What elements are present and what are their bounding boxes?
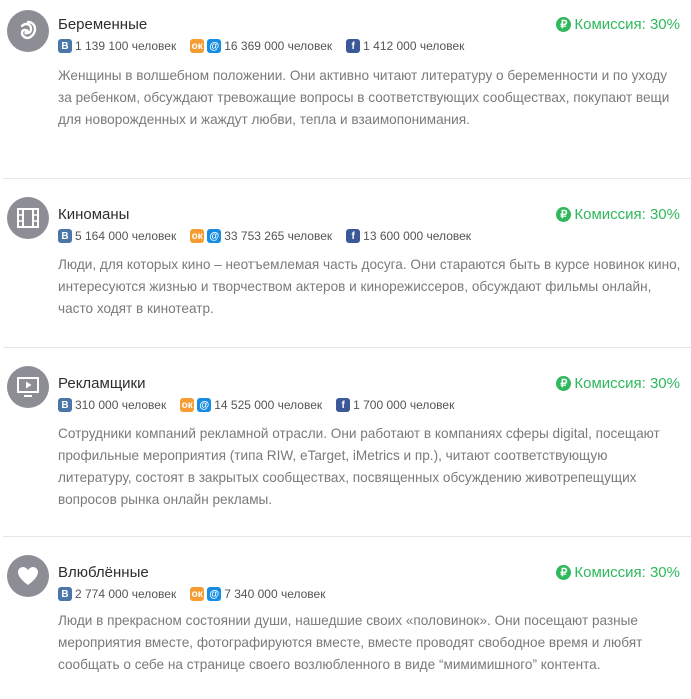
fb-count: 13 600 000 человек [363, 229, 472, 243]
commission-text: Комиссия: 30% [574, 16, 680, 33]
commission-badge: ₽ Комиссия: 30% [556, 16, 680, 33]
film-icon [7, 197, 49, 239]
moimir-icon: @ [207, 229, 222, 243]
fb-stat: f1 700 000 человек [336, 398, 454, 412]
vk-icon: B [58, 229, 72, 243]
fb-stat: f1 412 000 человек [346, 39, 464, 53]
facebook-icon: f [346, 39, 361, 53]
divider [3, 347, 691, 348]
commission-text: Комиссия: 30% [574, 375, 680, 392]
ok-mm-stat: ок @16 369 000 человек [190, 39, 332, 53]
moimir-icon: @ [207, 39, 222, 53]
vk-icon: B [58, 39, 72, 53]
vk-stat: B 310 000 человек [58, 398, 166, 412]
ruble-icon: ₽ [556, 565, 572, 580]
ok-mm-stat: ок @33 753 265 человек [190, 229, 332, 243]
commission-badge: ₽ Комиссия: 30% [556, 375, 680, 392]
monitor-play-icon [7, 366, 49, 408]
odnoklassniki-icon: ок [190, 229, 205, 243]
vk-stat: B1 139 100 человек [58, 39, 176, 53]
divider [3, 536, 691, 537]
ruble-icon: ₽ [556, 207, 572, 222]
moimir-icon: @ [197, 398, 212, 412]
item-title[interactable]: Беременные [58, 16, 147, 33]
odnoklassniki-icon: ок [190, 587, 205, 601]
ok-mm-count: 14 525 000 человек [214, 398, 323, 412]
vk-icon: B [58, 398, 72, 412]
vk-count: 5 164 000 человек [75, 229, 177, 243]
item-title[interactable]: Рекламщики [58, 375, 146, 392]
audience-stats: B2 774 000 человек ок @7 340 000 человек [58, 587, 339, 601]
item-title[interactable]: Влюблённые [58, 564, 149, 581]
ok-mm-stat: ок @7 340 000 человек [190, 587, 325, 601]
odnoklassniki-icon: ок [180, 398, 195, 412]
commission-text: Комиссия: 30% [574, 564, 680, 581]
commission-text: Комиссия: 30% [574, 206, 680, 223]
ok-mm-count: 7 340 000 человек [224, 587, 326, 601]
item-description: Женщины в волшебном положении. Они актив… [58, 68, 670, 127]
facebook-icon: f [336, 398, 351, 412]
facebook-icon: f [346, 229, 361, 243]
commission-badge: ₽ Комиссия: 30% [556, 564, 680, 581]
fb-stat: f 13 600 000 человек [346, 229, 471, 243]
ok-mm-stat: ок @14 525 000 человек [180, 398, 322, 412]
ok-mm-count: 16 369 000 человек [224, 39, 333, 53]
audience-stats: B1 139 100 человек ок @16 369 000 человек… [58, 39, 478, 53]
vk-count: 2 774 000 человек [75, 587, 177, 601]
audience-stats: B 310 000 человек ок @14 525 000 человек f… [58, 398, 468, 412]
vk-stat: B5 164 000 человек [58, 229, 176, 243]
heart-icon [7, 555, 49, 597]
audience-stats: B5 164 000 человек ок @33 753 265 человек… [58, 229, 485, 243]
divider [3, 178, 691, 179]
item-title[interactable]: Киноманы [58, 206, 129, 223]
vk-icon: B [58, 587, 72, 601]
vk-stat: B2 774 000 человек [58, 587, 176, 601]
ruble-icon: ₽ [556, 376, 572, 391]
ruble-icon: ₽ [556, 17, 572, 32]
fb-count: 1 412 000 человек [363, 39, 465, 53]
item-description: Сотрудники компаний рекламной отрасли. О… [58, 426, 660, 507]
fb-count: 1 700 000 человек [353, 398, 455, 412]
moimir-icon: @ [207, 587, 222, 601]
fetus-icon [7, 10, 49, 52]
item-description: Люди, для которых кино – неотъемлемая ча… [58, 257, 681, 316]
odnoklassniki-icon: ок [190, 39, 205, 53]
vk-count: 1 139 100 человек [75, 39, 177, 53]
vk-count: 310 000 человек [75, 398, 167, 412]
ok-mm-count: 33 753 265 человек [224, 229, 333, 243]
commission-badge: ₽ Комиссия: 30% [556, 206, 680, 223]
item-description: Люди в прекрасном состоянии души, нашедш… [58, 613, 643, 672]
